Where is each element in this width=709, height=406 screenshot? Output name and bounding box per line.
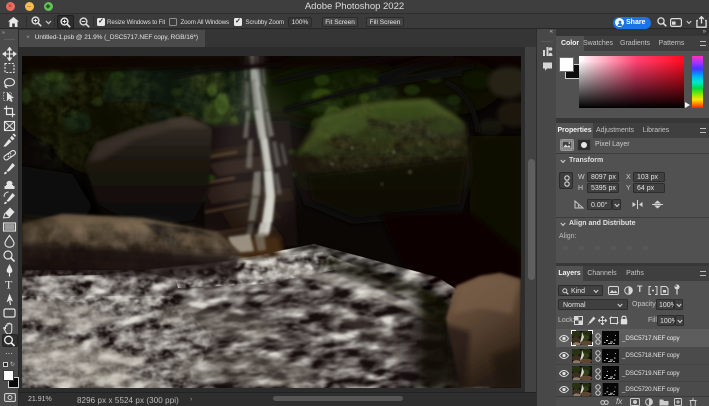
svg-text:T: T (5, 278, 13, 292)
